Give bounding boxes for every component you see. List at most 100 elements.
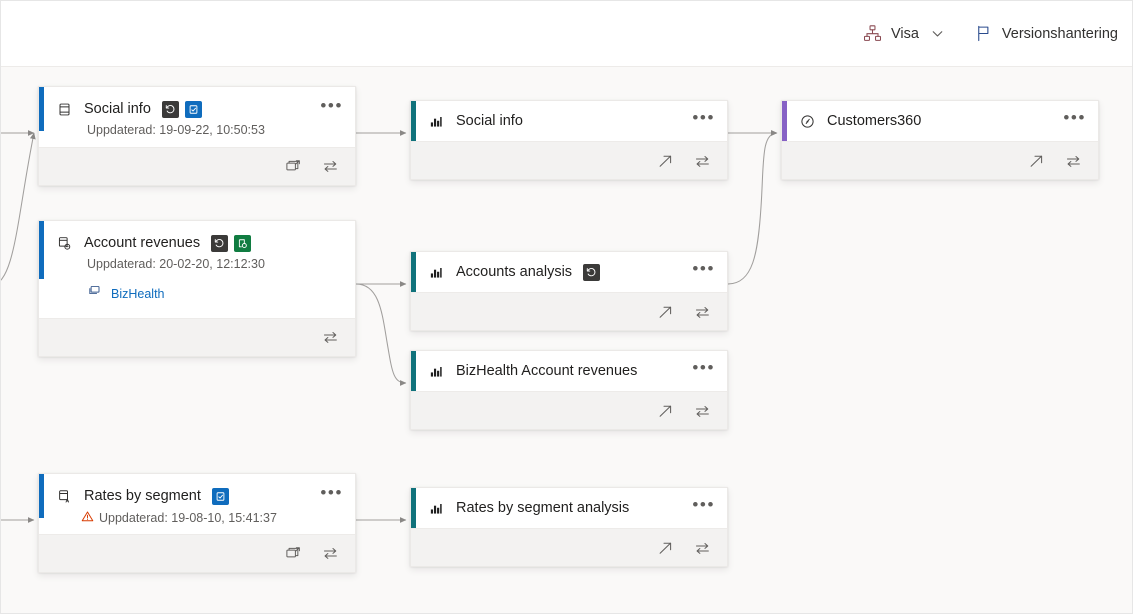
chevron-down-icon xyxy=(931,27,944,40)
dataset-alt-icon xyxy=(56,488,73,505)
card-title: Rates by segment xyxy=(84,488,201,504)
version-history-label: Versionshantering xyxy=(1002,26,1118,42)
warning-triangle-icon xyxy=(81,510,94,526)
open-in-new-icon[interactable] xyxy=(283,544,303,564)
lineage-icon[interactable] xyxy=(1063,152,1083,172)
card-body: Account revenues xyxy=(39,221,355,318)
card-accent-bar xyxy=(411,252,416,292)
card-more-menu-button[interactable]: ••• xyxy=(688,500,719,517)
card-more-menu-button[interactable] xyxy=(339,240,347,247)
view-menu-label: Visa xyxy=(891,26,919,42)
card-badges xyxy=(162,101,202,118)
bar-chart-icon xyxy=(428,363,445,380)
card-body: Rates by segment ••• xyxy=(39,474,355,534)
card-header-row: Social info ••• xyxy=(411,101,727,141)
card-subtitle-text: Uppdaterad: 19-08-10, 15:41:37 xyxy=(99,511,277,525)
card-footer xyxy=(782,141,1098,180)
lineage-canvas[interactable]: Social info xyxy=(1,67,1133,614)
open-report-icon[interactable] xyxy=(655,152,675,172)
card-accent-bar xyxy=(39,87,44,131)
open-report-icon[interactable] xyxy=(655,539,675,559)
lineage-icon[interactable] xyxy=(692,152,712,172)
card-footer xyxy=(411,292,727,331)
lineage-card-bizhealth-account-revenues-report[interactable]: BizHealth Account revenues ••• xyxy=(410,350,728,430)
card-body: Rates by segment analysis ••• xyxy=(411,488,727,528)
lineage-card-accounts-analysis-report[interactable]: Accounts analysis ••• xyxy=(410,251,728,331)
card-title: Account revenues xyxy=(84,235,200,251)
endorsed-badge-icon[interactable] xyxy=(185,101,202,118)
card-accent-bar xyxy=(39,474,44,518)
card-subtitle-text: Uppdaterad: 19-09-22, 10:50:53 xyxy=(87,123,265,137)
workspace-icon xyxy=(87,284,102,304)
card-body: Social info xyxy=(39,87,355,147)
refresh-badge-icon[interactable] xyxy=(211,235,228,252)
dashboard-icon xyxy=(799,113,816,130)
lineage-card-account-revenues-dataflow[interactable]: Account revenues xyxy=(38,220,356,357)
open-report-icon[interactable] xyxy=(1026,152,1046,172)
card-title: Accounts analysis xyxy=(456,264,572,280)
card-subtitle: Uppdaterad: 19-08-10, 15:41:37 xyxy=(39,510,355,526)
card-more-menu-button[interactable]: ••• xyxy=(316,101,347,118)
card-workspace-link-row[interactable]: BizHealth xyxy=(39,284,355,304)
card-header-row: BizHealth Account revenues ••• xyxy=(411,351,727,391)
bar-chart-icon xyxy=(428,113,445,130)
bar-chart-icon xyxy=(428,264,445,281)
card-more-menu-button[interactable]: ••• xyxy=(688,363,719,380)
certified-badge-icon[interactable] xyxy=(234,235,251,252)
version-history-button[interactable]: Versionshantering xyxy=(972,20,1120,47)
card-accent-bar xyxy=(411,351,416,391)
card-more-menu-button[interactable]: ••• xyxy=(316,488,347,505)
lineage-icon[interactable] xyxy=(692,303,712,323)
lineage-card-rates-by-segment-analysis-report[interactable]: Rates by segment analysis ••• xyxy=(410,487,728,567)
card-header-row: Account revenues xyxy=(39,221,355,257)
card-accent-bar xyxy=(39,221,44,279)
lineage-view-window: Visa Versionshantering xyxy=(0,0,1133,614)
lineage-card-social-info-dataset[interactable]: Social info xyxy=(38,86,356,186)
card-accent-bar xyxy=(782,101,787,141)
lineage-card-social-info-report[interactable]: Social info ••• xyxy=(410,100,728,180)
lineage-icon[interactable] xyxy=(320,544,340,564)
card-body: Accounts analysis ••• xyxy=(411,252,727,292)
lineage-icon[interactable] xyxy=(320,328,340,348)
card-body: Customers360 ••• xyxy=(782,101,1098,141)
card-body: BizHealth Account revenues ••• xyxy=(411,351,727,391)
card-more-menu-button[interactable]: ••• xyxy=(688,113,719,130)
card-accent-bar xyxy=(411,101,416,141)
card-badges xyxy=(583,264,600,281)
card-title: BizHealth Account revenues xyxy=(456,363,637,379)
card-more-menu-button[interactable]: ••• xyxy=(688,264,719,281)
bar-chart-icon xyxy=(428,500,445,517)
lineage-icon[interactable] xyxy=(692,402,712,422)
card-header-row: Social info xyxy=(39,87,355,123)
card-footer xyxy=(39,318,355,356)
card-header-row: Customers360 ••• xyxy=(782,101,1098,141)
lineage-icon[interactable] xyxy=(692,539,712,559)
open-in-new-icon[interactable] xyxy=(283,157,303,177)
card-title: Customers360 xyxy=(827,113,921,129)
lineage-icon[interactable] xyxy=(320,157,340,177)
card-title: Social info xyxy=(456,113,523,129)
card-header-row: Accounts analysis ••• xyxy=(411,252,727,292)
card-body: Social info ••• xyxy=(411,101,727,141)
refresh-badge-icon[interactable] xyxy=(162,101,179,118)
toolbar: Visa Versionshantering xyxy=(1,1,1133,67)
flag-icon xyxy=(974,24,993,43)
card-accent-bar xyxy=(411,488,416,528)
view-menu-button[interactable]: Visa xyxy=(861,20,946,47)
workspace-link[interactable]: BizHealth xyxy=(111,287,165,301)
card-more-menu-button[interactable]: ••• xyxy=(1059,113,1090,130)
open-report-icon[interactable] xyxy=(655,402,675,422)
dataflow-icon xyxy=(56,235,73,252)
card-subtitle-text: Uppdaterad: 20-02-20, 12:12:30 xyxy=(87,257,265,271)
card-title: Social info xyxy=(84,101,151,117)
endorsed-badge-icon[interactable] xyxy=(212,488,229,505)
refresh-badge-icon[interactable] xyxy=(583,264,600,281)
card-badges xyxy=(212,488,229,505)
card-footer xyxy=(411,528,727,567)
card-subtitle: Uppdaterad: 19-09-22, 10:50:53 xyxy=(39,123,355,137)
open-report-icon[interactable] xyxy=(655,303,675,323)
hierarchy-icon xyxy=(863,24,882,43)
lineage-card-customers360-dashboard[interactable]: Customers360 ••• xyxy=(781,100,1099,180)
card-footer xyxy=(411,141,727,180)
lineage-card-rates-by-segment-dataset[interactable]: Rates by segment ••• xyxy=(38,473,356,573)
